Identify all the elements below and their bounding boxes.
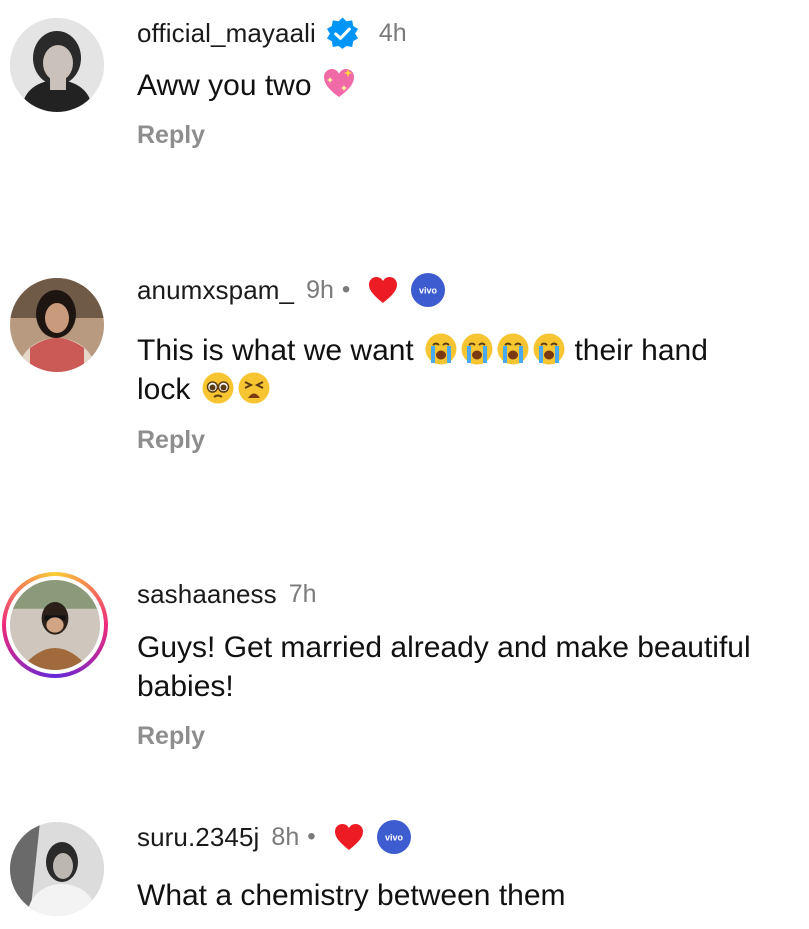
svg-text:vivo: vivo xyxy=(385,833,404,843)
loudly-crying-face-icon xyxy=(532,332,566,366)
separator-dot: • xyxy=(307,823,316,850)
separator-dot: • xyxy=(341,276,351,303)
comment-text-part: lock xyxy=(137,373,191,406)
username[interactable]: official_mayaali xyxy=(137,18,316,49)
svg-text:vivo: vivo xyxy=(419,286,438,296)
avatar[interactable] xyxy=(10,278,104,372)
comment-text: This is what we want their hand lock xyxy=(137,331,797,409)
comment-text-part: This is what we want xyxy=(137,334,414,367)
vivo-badge-icon: vivo xyxy=(376,819,412,855)
loudly-crying-face-icon xyxy=(460,332,494,366)
comment-time: 8h xyxy=(271,822,300,851)
loudly-crying-face-icon xyxy=(424,332,458,366)
comment-text: Guys! Get married already and make beaut… xyxy=(137,631,751,703)
comment-time: 4h xyxy=(378,18,407,47)
comment-text: What a chemistry between them xyxy=(137,879,566,912)
username[interactable]: anumxspam_ xyxy=(137,275,294,306)
comment-text-content: Aww you two xyxy=(137,69,312,102)
avatar[interactable] xyxy=(10,18,104,112)
username[interactable]: sashaaness xyxy=(137,579,277,610)
pleading-face-icon xyxy=(201,371,235,405)
vivo-badge-icon: vivo xyxy=(410,272,446,308)
weary-face-icon xyxy=(237,371,271,405)
red-heart-icon xyxy=(334,823,364,851)
loudly-crying-face-icon xyxy=(496,332,530,366)
red-heart-icon xyxy=(368,276,398,304)
avatar[interactable] xyxy=(10,822,104,916)
verified-badge-icon xyxy=(326,16,359,50)
reply-button[interactable]: Reply xyxy=(137,722,205,751)
comment-time: 7h xyxy=(288,579,317,608)
avatar[interactable] xyxy=(10,580,100,670)
comment-time: 9h xyxy=(306,275,334,304)
reply-button[interactable]: Reply xyxy=(137,121,205,150)
comment-text: Aww you two xyxy=(137,66,797,105)
reply-button[interactable]: Reply xyxy=(137,426,205,455)
comment-text-part: their hand xyxy=(574,334,708,367)
username[interactable]: suru.2345j xyxy=(137,822,259,853)
story-ring[interactable] xyxy=(2,572,108,678)
sparkling-heart-icon xyxy=(322,67,356,101)
